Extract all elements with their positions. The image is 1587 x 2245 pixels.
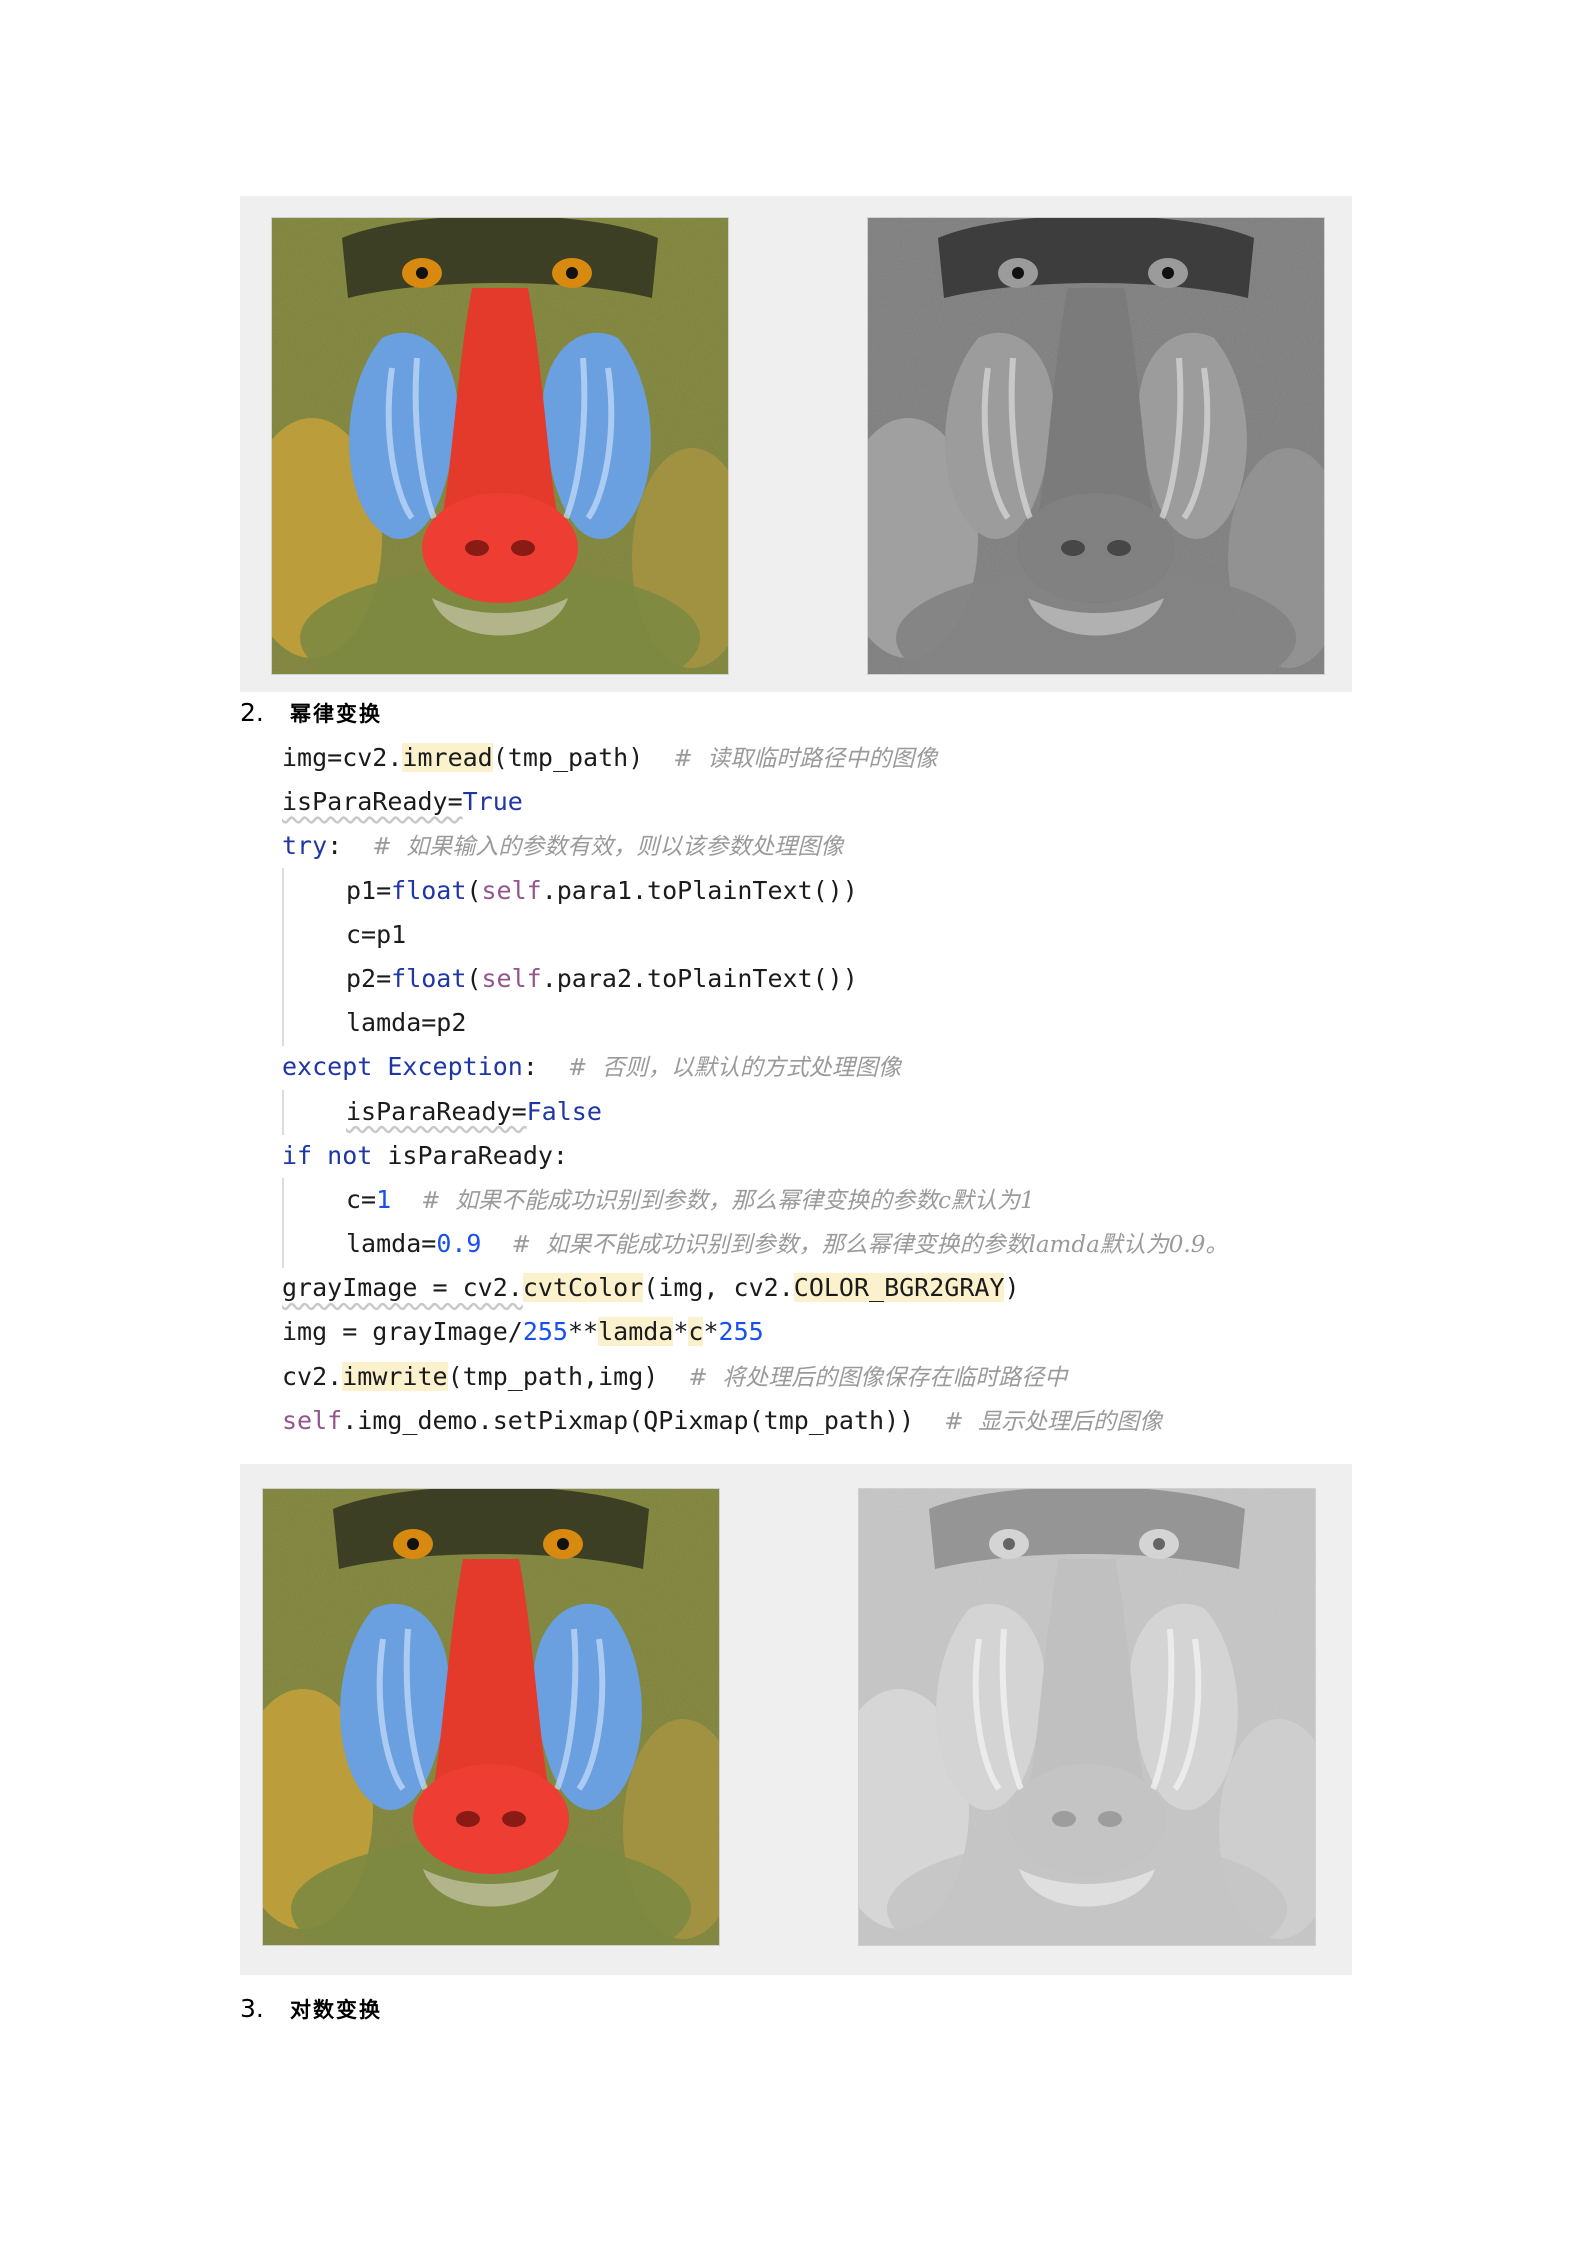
code-line: isParaReady=True: [282, 787, 523, 817]
code-block: img=cv2.imread(tmp_path) # 读取临时路径中的图像 is…: [282, 736, 1228, 1443]
code-line: lamda=p2: [346, 1008, 467, 1038]
mandrill-power-law-image: [858, 1488, 1316, 1946]
code-line: img = grayImage/255**lamda*c*255: [282, 1317, 764, 1347]
code-line: except Exception: # 否则，以默认的方式处理图像: [282, 1052, 901, 1082]
code-line: p1=float(self.para1.toPlainText()): [346, 875, 858, 905]
section-title: 对数变换: [290, 1998, 382, 2022]
code-line: if not isParaReady:: [282, 1140, 568, 1170]
section-heading-3: 3. 对数变换: [240, 1994, 382, 2024]
code-line: isParaReady=False: [346, 1096, 602, 1126]
section-title: 幂律变换: [290, 702, 382, 726]
mandrill-color-image: [271, 217, 729, 675]
code-line: c=p1: [346, 919, 407, 949]
figure-panel-2: [240, 1464, 1352, 1975]
mandrill-grayscale-image: [867, 217, 1325, 675]
figure-panel-1: [240, 196, 1352, 692]
section-heading-2: 2. 幂律变换: [240, 698, 382, 728]
code-line: c=1 # 如果不能成功识别到参数，那么幂律变换的参数c默认为1: [346, 1184, 1035, 1214]
section-number: 2.: [240, 698, 264, 727]
code-line: grayImage = cv2.cvtColor(img, cv2.COLOR_…: [282, 1273, 1020, 1303]
code-line: cv2.imwrite(tmp_path,img) # 将处理后的图像保存在临时…: [282, 1361, 1068, 1391]
code-line: p2=float(self.para2.toPlainText()): [346, 963, 858, 993]
code-line: lamda=0.9 # 如果不能成功识别到参数，那么幂律变换的参数lamda默认…: [346, 1229, 1229, 1259]
section-number: 3.: [240, 1994, 264, 2023]
mandrill-color-image: [262, 1488, 720, 1946]
code-line: try: # 如果输入的参数有效，则以该参数处理图像: [282, 831, 844, 861]
code-line: img=cv2.imread(tmp_path) # 读取临时路径中的图像: [282, 743, 938, 772]
code-line: self.img_demo.setPixmap(QPixmap(tmp_path…: [282, 1405, 1163, 1435]
